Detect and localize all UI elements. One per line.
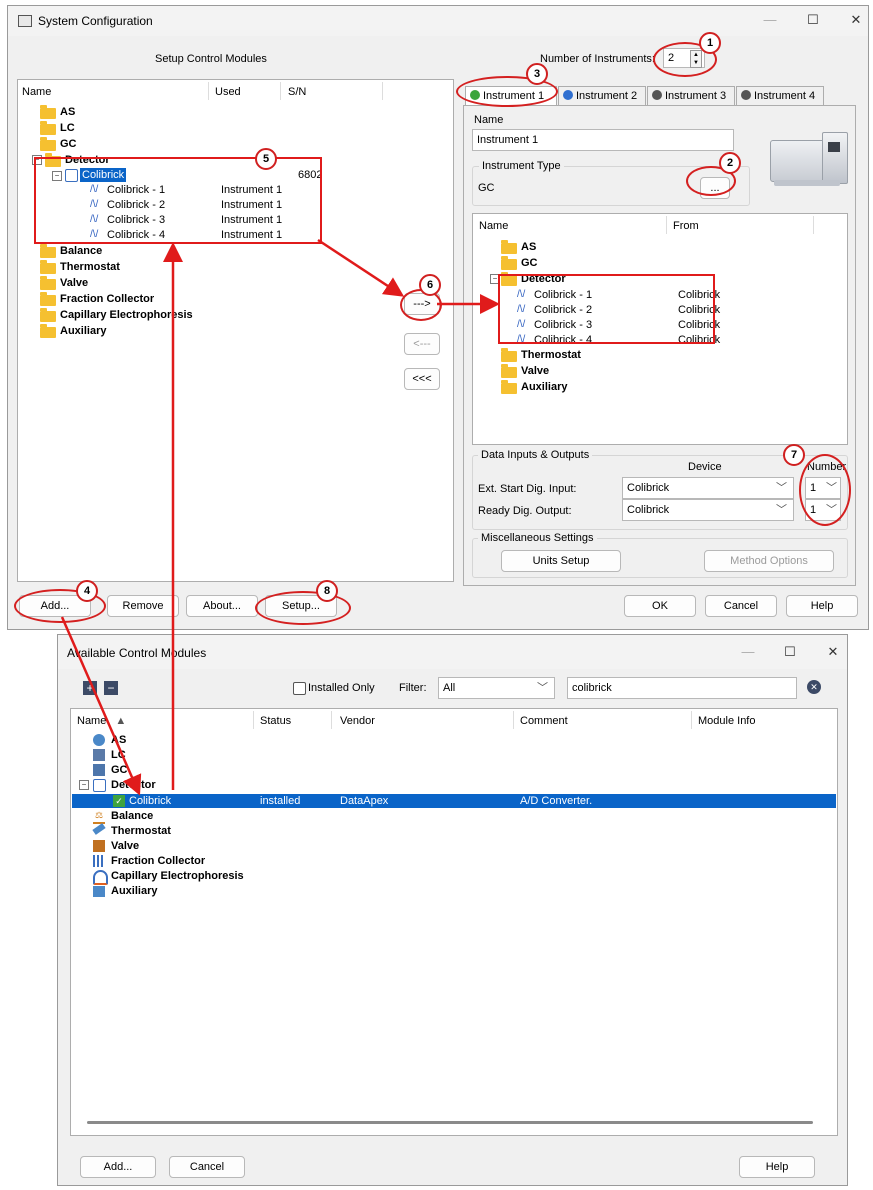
callout-2: 2 <box>719 152 741 174</box>
callout-6: 6 <box>419 274 441 296</box>
callout-7: 7 <box>783 444 805 466</box>
annotation-arrows <box>60 238 500 796</box>
callout-3: 3 <box>526 63 548 85</box>
callout-5: 5 <box>255 148 277 170</box>
callout-1: 1 <box>699 32 721 54</box>
callout-4: 4 <box>76 580 98 602</box>
callout-8: 8 <box>316 580 338 602</box>
